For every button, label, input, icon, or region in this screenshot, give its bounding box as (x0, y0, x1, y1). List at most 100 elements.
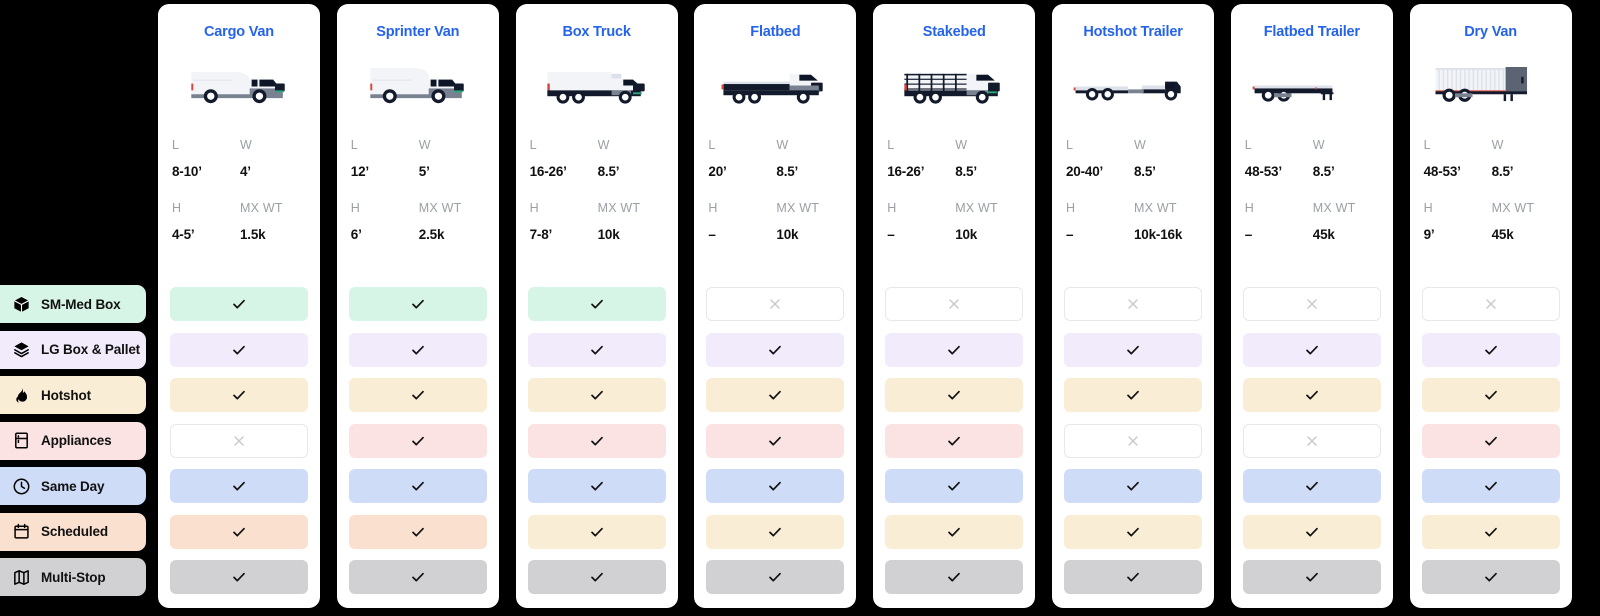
vehicle-card-flatbed[interactable]: Flatbed L W 20’ 8.5’ H MX WT – 10k (694, 4, 857, 608)
capability-cell-sprinter-van-multi-stop[interactable] (348, 560, 487, 594)
capability-cell-flatbed-trailer-scheduled[interactable] (1242, 514, 1381, 549)
capability-cell-dry-van-multi-stop[interactable] (1421, 560, 1560, 594)
vehicle-title: Flatbed Trailer (1263, 24, 1360, 40)
sidebar-item-same-day[interactable]: Same Day (0, 467, 146, 505)
capability-cell-stakebed-scheduled[interactable] (885, 514, 1024, 549)
capability-cell-box-truck-hotshot[interactable] (527, 378, 666, 412)
hotshot-trailer-illustration-icon (1052, 54, 1214, 116)
sidebar-item-sm-med-box[interactable]: SM-Med Box (0, 285, 146, 323)
spec-label-width: W (1491, 138, 1504, 152)
capability-cell-dry-van-lg-box-pallet[interactable] (1421, 332, 1560, 367)
capability-cell-hotshot-trailer-same-day[interactable] (1064, 469, 1202, 503)
vehicle-card-flatbed-trailer[interactable]: Flatbed Trailer L W 48-53’ 8.5’ H MX WT – 45k (1230, 4, 1393, 608)
capability-cell-flatbed-trailer-sm-med-box[interactable] (1242, 287, 1381, 321)
capability-cell-hotshot-trailer-hotshot[interactable] (1064, 378, 1202, 412)
spec-label-length: L (708, 138, 716, 152)
capability-cell-cargo-van-multi-stop[interactable] (170, 560, 308, 594)
vehicle-card-sprinter-van[interactable]: Sprinter Van L W 12’ 5’ H MX WT 6’ 2.5k (336, 4, 499, 608)
capability-cell-cargo-van-appliances[interactable] (170, 423, 308, 458)
vehicle-card-dry-van[interactable]: Dry Van L W 48-53’ 8.5’ H MX WT 9’ 45k (1409, 4, 1572, 608)
capability-cell-stakebed-hotshot[interactable] (885, 378, 1024, 412)
vehicle-card-box-truck[interactable]: Box Truck L W 16-26’ 8.5’ H MX WT 7-8’ 10k (515, 4, 678, 608)
capability-cell-dry-van-same-day[interactable] (1421, 469, 1560, 503)
capability-cell-hotshot-trailer-multi-stop[interactable] (1064, 560, 1202, 594)
capability-cell-sprinter-van-same-day[interactable] (348, 469, 487, 503)
capability-cell-box-truck-appliances[interactable] (527, 423, 666, 458)
capability-cell-flatbed-appliances[interactable] (706, 423, 845, 458)
spec-value-width: 8.5’ (1134, 164, 1156, 179)
spec-value-width: 8.5’ (955, 164, 977, 179)
spec-value-height: 6’ (350, 227, 362, 242)
capability-cell-cargo-van-lg-box-pallet[interactable] (170, 332, 308, 367)
capability-cell-stakebed-appliances[interactable] (885, 423, 1024, 458)
vehicle-card-stakebed[interactable]: Stakebed L W 16-26’ 8.5’ H MX WT – 10k (873, 4, 1036, 608)
sidebar-item-lg-box-pallet[interactable]: LG Box & Pallet (0, 330, 146, 369)
capability-cell-hotshot-trailer-scheduled[interactable] (1064, 514, 1202, 549)
capability-cell-box-truck-sm-med-box[interactable] (527, 287, 666, 321)
spec-value-length: 20’ (708, 164, 727, 179)
sidebar-item-scheduled[interactable]: Scheduled (0, 512, 146, 551)
capability-cell-stakebed-sm-med-box[interactable] (885, 287, 1024, 321)
capability-cell-stakebed-multi-stop[interactable] (885, 560, 1024, 594)
capability-cell-flatbed-trailer-appliances[interactable] (1242, 423, 1381, 458)
capability-cell-dry-van-hotshot[interactable] (1421, 378, 1560, 412)
capability-cell-flatbed-same-day[interactable] (706, 469, 845, 503)
capability-cell-flatbed-trailer-same-day[interactable] (1242, 469, 1381, 503)
spec-label-height: H (887, 201, 897, 215)
capability-cell-sprinter-van-appliances[interactable] (348, 423, 487, 458)
capability-cell-flatbed-sm-med-box[interactable] (706, 287, 845, 321)
capability-cell-flatbed-trailer-multi-stop[interactable] (1242, 560, 1381, 594)
capability-cell-sprinter-van-sm-med-box[interactable] (348, 287, 487, 321)
spec-value-height: – (1066, 227, 1074, 242)
capability-cell-stakebed-lg-box-pallet[interactable] (885, 332, 1024, 367)
vehicle-title: Flatbed (750, 24, 801, 40)
capability-cell-box-truck-multi-stop[interactable] (527, 560, 666, 594)
sidebar: SM-Med Box LG Box & Pallet Hotshot Applianc… (0, 0, 150, 616)
sidebar-item-appliances[interactable]: Appliances (0, 421, 146, 460)
spec-grid: L W 48-53’ 8.5’ H MX WT 9’ 45k (1424, 137, 1560, 263)
capability-cell-sprinter-van-lg-box-pallet[interactable] (348, 332, 487, 367)
capability-cell-cargo-van-scheduled[interactable] (170, 514, 308, 549)
spec-value-max_weight: 1.5k (240, 227, 266, 242)
capability-cell-flatbed-multi-stop[interactable] (706, 560, 845, 594)
capability-cell-hotshot-trailer-sm-med-box[interactable] (1064, 287, 1202, 321)
spec-value-length: 16-26’ (529, 164, 567, 179)
capability-cell-dry-van-scheduled[interactable] (1421, 514, 1560, 549)
capability-cell-sprinter-van-hotshot[interactable] (348, 378, 487, 412)
capability-cell-flatbed-scheduled[interactable] (706, 514, 845, 549)
capability-cell-flatbed-lg-box-pallet[interactable] (706, 332, 845, 367)
sidebar-item-multi-stop[interactable]: Multi-Stop (0, 558, 146, 596)
capability-cell-hotshot-trailer-appliances[interactable] (1064, 423, 1202, 458)
capability-cells (706, 287, 845, 606)
capability-cell-sprinter-van-scheduled[interactable] (348, 514, 487, 549)
capability-cell-dry-van-appliances[interactable] (1421, 423, 1560, 458)
flatbed-trailer-illustration-icon (1231, 54, 1393, 116)
capability-cell-cargo-van-same-day[interactable] (170, 469, 308, 503)
capability-cell-flatbed-trailer-hotshot[interactable] (1242, 378, 1381, 412)
spec-value-length: 16-26’ (887, 164, 925, 179)
layers-icon (12, 340, 31, 359)
spec-value-width: 5’ (418, 164, 430, 179)
vehicle-title: Cargo Van (204, 24, 274, 40)
vehicle-card-cargo-van[interactable]: Cargo Van L W 8-10’ 4’ H MX WT 4-5’ 1.5k (158, 4, 320, 608)
spec-value-width: 8.5’ (1491, 164, 1514, 179)
capability-cell-cargo-van-sm-med-box[interactable] (170, 287, 308, 321)
sidebar-item-hotshot[interactable]: Hotshot (0, 376, 146, 414)
capability-cell-flatbed-trailer-lg-box-pallet[interactable] (1242, 332, 1381, 367)
capability-cell-hotshot-trailer-lg-box-pallet[interactable] (1064, 332, 1202, 367)
capability-cell-box-truck-lg-box-pallet[interactable] (527, 332, 666, 367)
spec-value-max_weight: 10k-16k (1134, 227, 1183, 242)
spec-label-height: H (1066, 201, 1076, 215)
spec-value-height: – (1244, 227, 1253, 242)
spec-value-length: 12’ (350, 164, 369, 179)
capability-cell-cargo-van-hotshot[interactable] (170, 378, 308, 412)
capability-cell-box-truck-same-day[interactable] (527, 469, 666, 503)
capability-cells (1064, 287, 1202, 606)
capability-cell-box-truck-scheduled[interactable] (527, 514, 666, 549)
capability-cell-flatbed-hotshot[interactable] (706, 378, 845, 412)
vehicle-card-hotshot-trailer[interactable]: Hotshot Trailer L W 20-40’ 8.5’ H MX WT – 10k-16… (1052, 4, 1214, 608)
spec-label-width: W (1134, 138, 1146, 152)
capability-cell-stakebed-same-day[interactable] (885, 469, 1024, 503)
vehicle-title: Sprinter Van (376, 24, 460, 40)
capability-cell-dry-van-sm-med-box[interactable] (1421, 287, 1560, 321)
